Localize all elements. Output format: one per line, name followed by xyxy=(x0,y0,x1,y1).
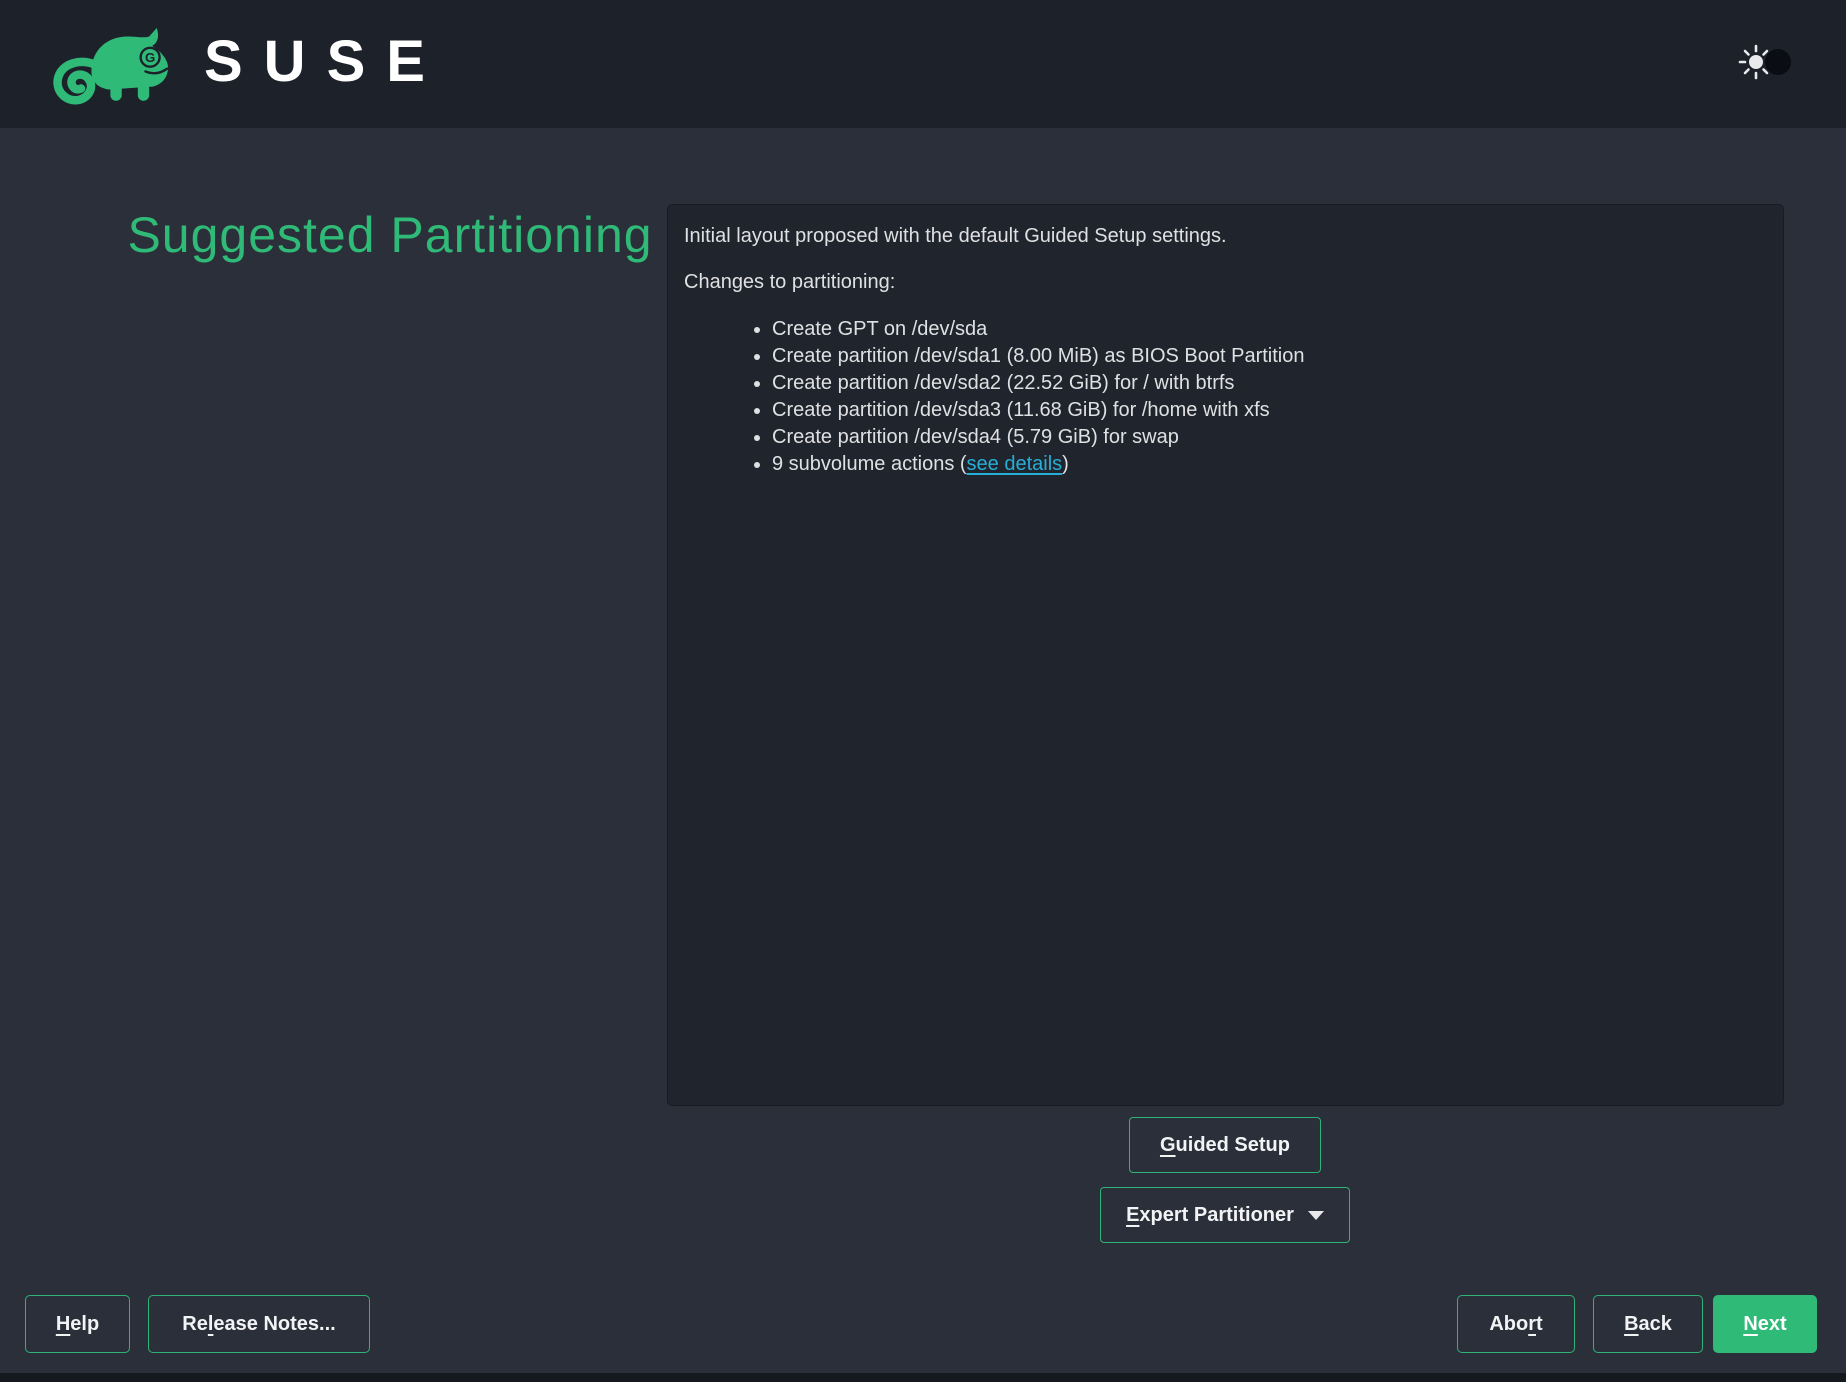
changes-label: Changes to partitioning: xyxy=(684,271,1767,294)
button-label: G xyxy=(1160,1134,1176,1156)
theme-toggle-button[interactable] xyxy=(1734,42,1800,82)
subvolume-text: 9 subvolume actions ( xyxy=(772,453,967,475)
expert-partitioner-button[interactable]: Expert Partitioner xyxy=(1100,1187,1350,1243)
suse-logo: G SUSE xyxy=(46,12,446,112)
button-label: E xyxy=(1126,1204,1139,1226)
list-item-subvolumes: 9 subvolume actions (see details) xyxy=(772,451,1767,478)
release-notes-button[interactable]: Release Notes... xyxy=(148,1295,370,1353)
list-item: Create partition /dev/sda2 (22.52 GiB) f… xyxy=(772,370,1767,397)
help-button[interactable]: Help xyxy=(25,1295,130,1353)
guided-setup-button[interactable]: Guided Setup xyxy=(1129,1117,1321,1173)
page-title: Suggested Partitioning xyxy=(110,196,670,274)
see-details-link[interactable]: see details xyxy=(967,453,1063,475)
subvolume-text-suffix: ) xyxy=(1062,453,1069,475)
sun-moon-icon xyxy=(1734,42,1800,82)
next-button[interactable]: Next xyxy=(1713,1295,1817,1353)
list-item: Create partition /dev/sda1 (8.00 MiB) as… xyxy=(772,343,1767,370)
chevron-down-icon xyxy=(1308,1211,1324,1220)
back-button[interactable]: Back xyxy=(1593,1295,1703,1353)
proposal-summary-panel: Initial layout proposed with the default… xyxy=(667,204,1784,1106)
abort-button[interactable]: Abort xyxy=(1457,1295,1575,1353)
partitioning-actions-list: Create GPT on /dev/sda Create partition … xyxy=(684,316,1767,478)
window-bottom-strip xyxy=(0,1373,1846,1382)
svg-text:G: G xyxy=(145,50,155,65)
app-header: G SUSE xyxy=(0,0,1846,128)
brand-wordmark: SUSE xyxy=(204,33,446,91)
list-item: Create partition /dev/sda4 (5.79 GiB) fo… xyxy=(772,424,1767,451)
list-item: Create partition /dev/sda3 (11.68 GiB) f… xyxy=(772,397,1767,424)
proposal-intro-text: Initial layout proposed with the default… xyxy=(684,225,1767,248)
suse-chameleon-icon: G xyxy=(46,14,188,110)
list-item: Create GPT on /dev/sda xyxy=(772,316,1767,343)
